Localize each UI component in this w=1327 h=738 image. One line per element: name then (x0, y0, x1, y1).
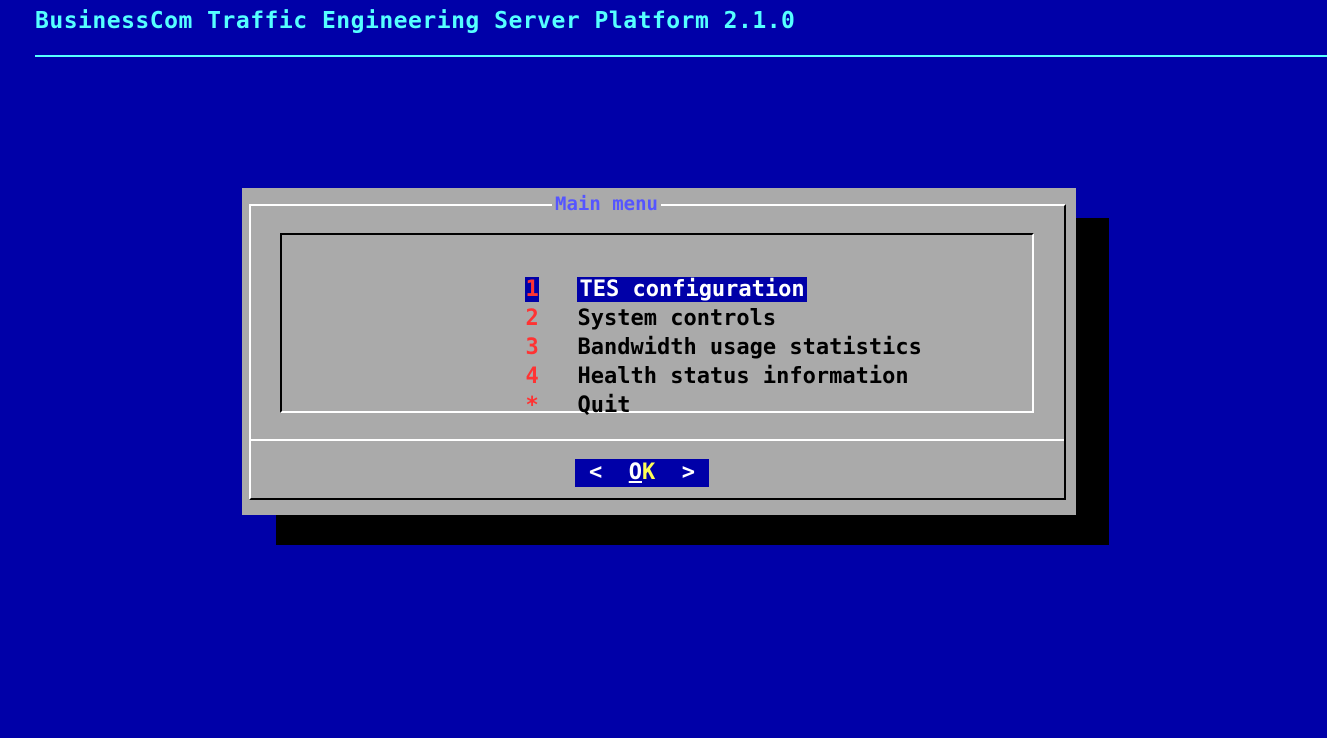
menu-item-system-controls[interactable]: 2 System controls (446, 277, 776, 331)
menu-item-tag: * (525, 393, 539, 418)
menu-item-health-status-information[interactable]: 4 Health status information (446, 335, 908, 389)
main-menu-dialog: Main menu 1 TES configuration 2 System con… (242, 188, 1076, 515)
ok-button[interactable]: < OK > (575, 459, 709, 487)
backtitle-divider (35, 55, 1327, 57)
menu-list: 1 TES configuration 2 System controls 3 Ban… (280, 233, 1034, 418)
dialog-title: Main menu (552, 193, 661, 215)
menu-item-tes-configuration[interactable]: 1 TES configuration (446, 248, 807, 302)
ok-button-hotkey: O (628, 460, 642, 485)
button-separator (251, 439, 1064, 441)
ok-button-label-rest: K (642, 460, 656, 485)
ok-button-right-bracket: > (681, 460, 695, 485)
backtitle: BusinessCom Traffic Engineering Server P… (35, 8, 796, 34)
menu-item-quit[interactable]: * Quit (446, 364, 630, 418)
menu-item-label: Quit (577, 393, 631, 418)
ok-button-left-bracket: < (589, 460, 603, 485)
menu-item-bandwidth-usage-statistics[interactable]: 3 Bandwidth usage statistics (446, 306, 921, 360)
